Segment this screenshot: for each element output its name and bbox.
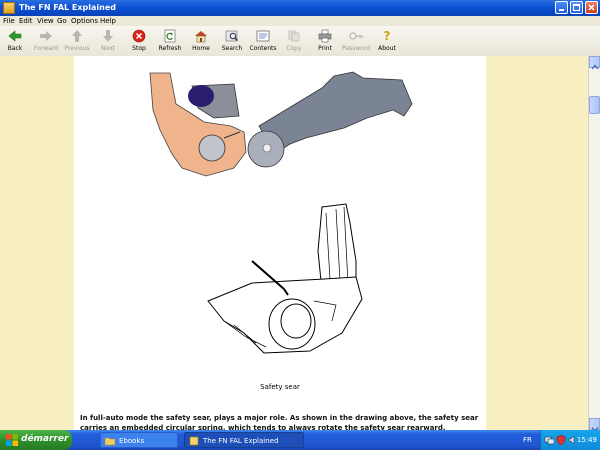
scroll-down-button[interactable] (589, 418, 600, 432)
taskbar-item-label: Ebooks (119, 437, 145, 445)
about-label: About (378, 45, 396, 52)
system-tray: 15:49 (540, 430, 600, 450)
svg-text:?: ? (384, 29, 391, 43)
body-text: In full-auto mode the safety sear, plays… (80, 414, 479, 430)
chevron-up-icon (591, 64, 599, 70)
language-indicator[interactable]: FR (523, 430, 532, 450)
disconnector-part (258, 71, 413, 152)
scroll-up-button[interactable] (589, 56, 600, 70)
security-shield-icon[interactable] (556, 435, 566, 445)
copy-icon (288, 30, 300, 42)
back-arrow-icon (8, 30, 22, 42)
forward-arrow-icon (40, 31, 52, 41)
content-area: Safety sear In full-auto mode the safety… (0, 56, 588, 430)
taskbar-item-label: The FN FAL Explained (203, 437, 279, 445)
contents-icon (256, 30, 270, 42)
refresh-icon (164, 29, 176, 43)
menu-edit[interactable]: Edit (19, 16, 33, 26)
app-icon[interactable] (3, 2, 15, 14)
roller-pin (262, 143, 272, 153)
title-bar: The FN FAL Explained (0, 0, 600, 16)
taskbar-item-fn-fal[interactable]: The FN FAL Explained (184, 432, 304, 448)
taskbar-item-ebooks[interactable]: Ebooks (100, 432, 178, 448)
clock: 15:49 (576, 436, 597, 444)
about-icon: ? (384, 29, 391, 43)
folder-icon (105, 437, 115, 446)
menu-help[interactable]: Help (100, 16, 116, 26)
close-button[interactable] (585, 1, 598, 14)
menu-view[interactable]: View (37, 16, 54, 26)
vertical-scrollbar[interactable] (588, 56, 600, 432)
safety-sear-drawing (207, 203, 363, 354)
minimize-button[interactable] (555, 1, 568, 14)
start-button[interactable]: démarrer (0, 430, 72, 450)
menu-file[interactable]: File (3, 16, 15, 26)
menu-bar: File Edit View Go Options Help (0, 16, 600, 26)
toolbar: Back Forward Previous Next Stop Refresh … (0, 26, 600, 57)
stop-icon (132, 29, 146, 43)
network-icon[interactable] (544, 435, 554, 445)
search-icon (225, 30, 238, 42)
print-icon (318, 29, 332, 43)
ebook-page: Safety sear In full-auto mode the safety… (74, 56, 486, 430)
spring-coil-outer (268, 298, 316, 350)
taskbar: démarrer Ebooks The FN FAL Explained FR … (0, 430, 600, 450)
maximize-button[interactable] (570, 1, 583, 14)
hammer-pivot (198, 134, 226, 162)
figure-caption: Safety sear (260, 383, 300, 391)
previous-arrow-icon (72, 30, 82, 42)
password-icon (349, 32, 363, 40)
home-icon (195, 31, 207, 43)
maximize-icon (572, 3, 581, 12)
windows-logo-icon (6, 434, 18, 446)
start-label: démarrer (21, 434, 69, 444)
trigger-mechanism-drawing (149, 71, 413, 177)
next-arrow-icon (103, 30, 113, 42)
scroll-thumb[interactable] (589, 96, 600, 114)
ebook-icon (189, 436, 199, 446)
close-icon (588, 4, 595, 11)
menu-go[interactable]: Go (57, 16, 67, 26)
window-title: The FN FAL Explained (19, 3, 117, 12)
about-button[interactable]: ? About (370, 28, 404, 54)
minimize-icon (559, 9, 564, 11)
navy-pin (188, 85, 214, 107)
menu-options[interactable]: Options (71, 16, 98, 26)
